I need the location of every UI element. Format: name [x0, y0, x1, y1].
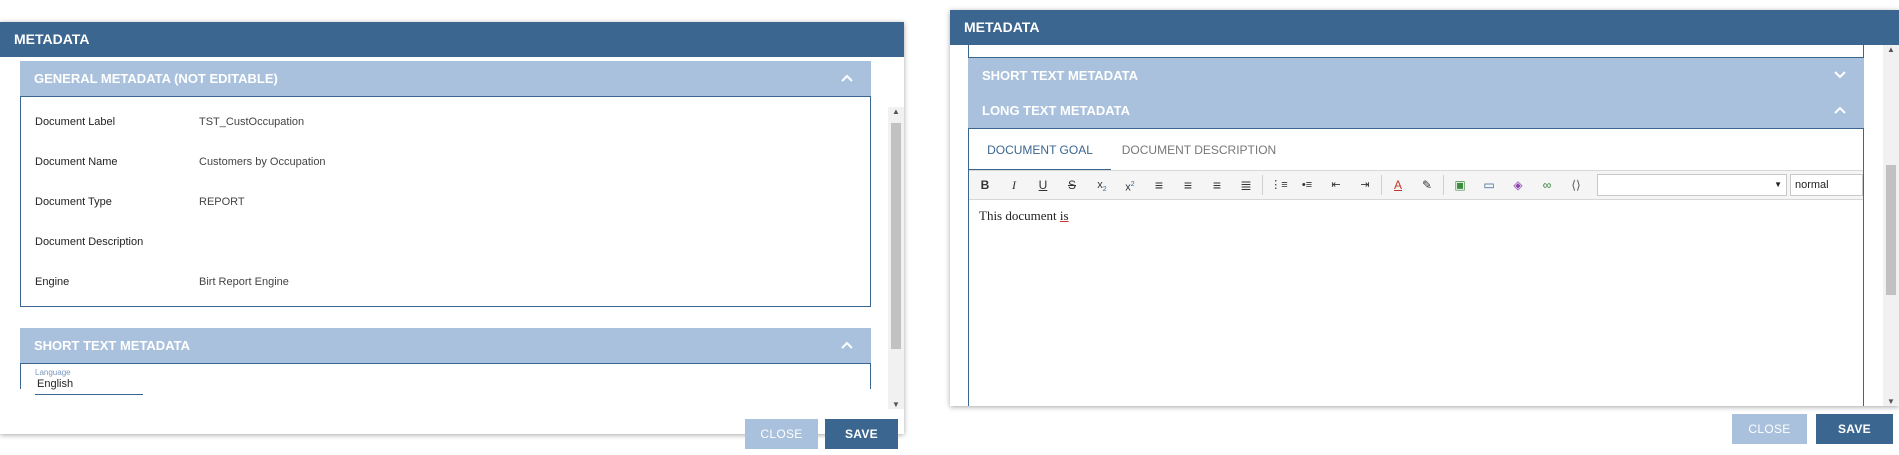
- toolbar-separator: [1443, 175, 1444, 195]
- long-text-metadata-panel: DOCUMENT GOAL DOCUMENT DESCRIPTION B I U…: [968, 128, 1864, 406]
- short-text-metadata-title: SHORT TEXT METADATA: [34, 338, 190, 353]
- scrollbar-thumb[interactable]: [891, 123, 901, 349]
- scrollbar-thumb[interactable]: [1886, 165, 1896, 295]
- link-icon[interactable]: ∞: [1535, 174, 1559, 196]
- subscript-icon[interactable]: x2: [1090, 174, 1114, 196]
- general-metadata-header[interactable]: GENERAL METADATA (NOT EDITABLE): [20, 61, 871, 96]
- tab-bar: DOCUMENT GOAL DOCUMENT DESCRIPTION: [969, 129, 1863, 171]
- short-text-metadata-title: SHORT TEXT METADATA: [982, 68, 1138, 83]
- vertical-scrollbar[interactable]: ▲ ▼: [888, 107, 904, 409]
- align-center-icon[interactable]: ≡: [1176, 174, 1200, 196]
- remove-format-icon[interactable]: ✎: [1415, 174, 1439, 196]
- row-label: Document Type: [35, 196, 112, 208]
- align-justify-icon[interactable]: ≣: [1234, 174, 1258, 196]
- scroll-up-icon[interactable]: ▲: [888, 107, 904, 116]
- image-icon[interactable]: ▣: [1448, 174, 1472, 196]
- editor-content[interactable]: This document is: [969, 200, 1863, 406]
- bold-icon[interactable]: B: [973, 174, 997, 196]
- table-icon[interactable]: ◈: [1506, 174, 1530, 196]
- text-color-icon[interactable]: A: [1386, 174, 1410, 196]
- collapsed-panel-edge: [968, 45, 1864, 58]
- row-value: Customers by Occupation: [199, 156, 326, 168]
- row-value: Birt Report Engine: [199, 276, 289, 288]
- bullet-list-icon[interactable]: •≡: [1295, 174, 1319, 196]
- indent-icon[interactable]: ⇥: [1353, 174, 1377, 196]
- numbered-list-icon[interactable]: ⋮≡: [1267, 174, 1291, 196]
- language-field[interactable]: English: [35, 378, 143, 395]
- row-label: Document Description: [35, 236, 144, 248]
- toolbar-separator: [1381, 175, 1382, 195]
- tab-document-goal[interactable]: DOCUMENT GOAL: [969, 129, 1111, 171]
- chevron-up-icon[interactable]: [835, 328, 859, 363]
- scroll-down-icon[interactable]: ▼: [888, 400, 904, 409]
- chevron-up-icon[interactable]: [835, 61, 859, 96]
- italic-icon[interactable]: I: [1002, 174, 1026, 196]
- underline-icon[interactable]: U: [1031, 174, 1055, 196]
- scroll-down-icon[interactable]: ▼: [1883, 397, 1899, 406]
- language-field-label: Language: [35, 368, 71, 377]
- short-text-metadata-panel: Language English: [20, 363, 871, 395]
- align-right-icon[interactable]: ≡: [1205, 174, 1229, 196]
- general-metadata-title: GENERAL METADATA (NOT EDITABLE): [34, 71, 278, 86]
- short-text-metadata-header[interactable]: SHORT TEXT METADATA: [20, 328, 871, 363]
- metadata-dialog-right: METADATA SHORT TEXT METADATA LONG TEXT M…: [950, 10, 1899, 444]
- chevron-down-icon[interactable]: [1828, 58, 1852, 93]
- toolbar-separator: [1262, 175, 1263, 195]
- vertical-scrollbar[interactable]: ▲ ▼: [1883, 45, 1899, 406]
- long-text-metadata-title: LONG TEXT METADATA: [982, 103, 1131, 118]
- dialog-body: GENERAL METADATA (NOT EDITABLE) Document…: [0, 57, 904, 449]
- outdent-icon[interactable]: ⇤: [1324, 174, 1348, 196]
- close-button[interactable]: CLOSE: [1732, 414, 1807, 444]
- row-value: REPORT: [199, 196, 245, 208]
- row-label: Document Name: [35, 156, 118, 168]
- source-code-icon[interactable]: ⟨⟩: [1564, 174, 1588, 196]
- save-button[interactable]: SAVE: [1816, 414, 1893, 444]
- chevron-up-icon[interactable]: [1828, 93, 1852, 128]
- dialog-title: METADATA: [950, 10, 1899, 45]
- align-left-icon[interactable]: ≡: [1147, 174, 1171, 196]
- close-button[interactable]: CLOSE: [745, 419, 818, 449]
- superscript-icon[interactable]: x2: [1118, 174, 1142, 196]
- horizontal-rule-icon[interactable]: ▭: [1477, 174, 1501, 196]
- tab-document-description[interactable]: DOCUMENT DESCRIPTION: [1119, 129, 1279, 171]
- editor-text-spellcheck: is: [1059, 208, 1069, 223]
- strikethrough-icon[interactable]: S: [1060, 174, 1084, 196]
- editor-text: This document: [979, 208, 1060, 223]
- save-button[interactable]: SAVE: [825, 419, 898, 449]
- row-label: Document Label: [35, 116, 116, 128]
- editor-toolbar: B I U S x2 x2 ≡ ≡ ≡ ≣ ⋮≡ •≡ ⇤ ⇥ A ✎ ▣ ▭ …: [969, 170, 1863, 200]
- row-value: TST_CustOccupation: [199, 116, 305, 128]
- scroll-up-icon[interactable]: ▲: [1883, 45, 1899, 54]
- row-label: Engine: [35, 276, 70, 288]
- metadata-dialog-left: METADATA GENERAL METADATA (NOT EDITABLE)…: [0, 22, 904, 449]
- dropdown-arrow-icon[interactable]: ▼: [1774, 175, 1782, 195]
- general-metadata-panel: Document Label TST_CustOccupation Docume…: [20, 96, 871, 307]
- font-select[interactable]: ▼: [1597, 174, 1787, 196]
- dialog-title: METADATA: [0, 22, 904, 57]
- font-size-select[interactable]: normal: [1790, 174, 1863, 196]
- short-text-metadata-header[interactable]: SHORT TEXT METADATA: [968, 58, 1864, 93]
- long-text-metadata-header[interactable]: LONG TEXT METADATA: [968, 93, 1864, 128]
- dialog-body: SHORT TEXT METADATA LONG TEXT METADATA D…: [950, 45, 1899, 444]
